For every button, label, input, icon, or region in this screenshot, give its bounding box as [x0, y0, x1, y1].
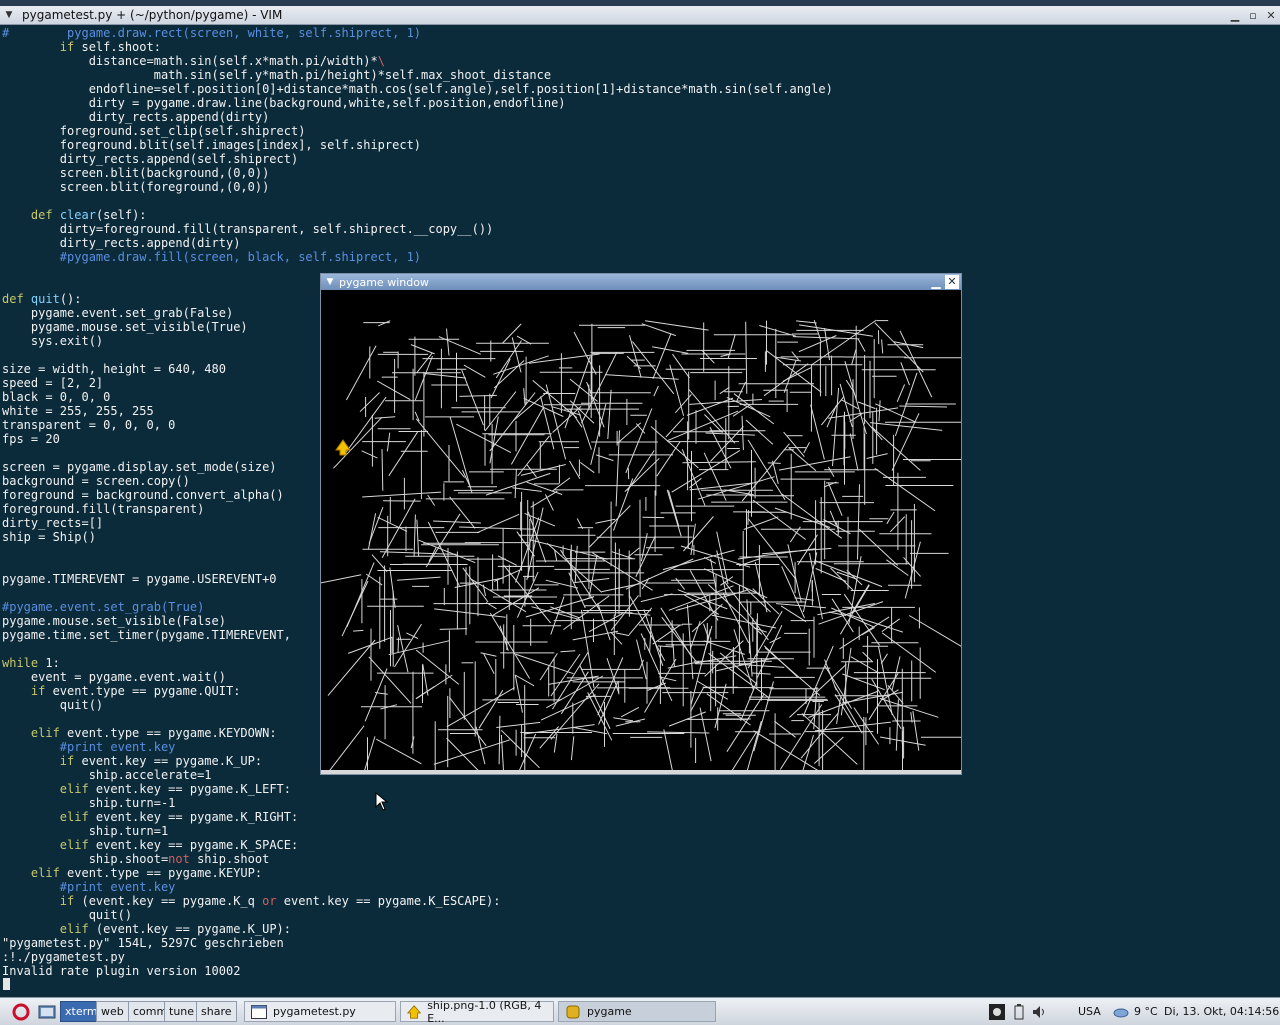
code-line: math.sin(self.y*math.pi/height)*self.max…: [2, 68, 833, 82]
task-button-gimp[interactable]: ship.png-1.0 (RGB, 4 E...: [400, 1001, 554, 1022]
status-line: Invalid rate plugin version 10002: [2, 964, 284, 978]
pygame-window-title: pygame window: [339, 276, 927, 289]
debian-menu-icon[interactable]: [6, 1001, 36, 1022]
status-line: :!./pygametest.py: [2, 950, 284, 964]
workspace-tune[interactable]: tune: [164, 1001, 199, 1022]
vim-window-title: pygametest.py + (~/python/pygame) - VIM: [18, 8, 1226, 22]
workspace-web[interactable]: web: [96, 1001, 129, 1022]
pygame-window-bottom-border: [321, 770, 961, 774]
task-label: ship.png-1.0 (RGB, 4 E...: [427, 999, 547, 1025]
command-line-area: "pygametest.py" 154L, 5297C geschrieben …: [2, 936, 284, 978]
code-line: elif event.key == pygame.K_SPACE:: [2, 838, 833, 852]
volume-icon[interactable]: [1032, 1004, 1048, 1020]
weather-cloud-icon: [1112, 1005, 1130, 1019]
maximize-icon[interactable]: ▫: [1244, 9, 1262, 22]
system-tray: [988, 1001, 1048, 1022]
code-line: # pygame.draw.rect(screen, white, self.s…: [2, 26, 833, 40]
code-line: screen.blit(foreground,(0,0)): [2, 180, 833, 194]
weather-widget[interactable]: 9 °C: [1112, 1001, 1158, 1022]
task-label: pygametest.py: [273, 1005, 356, 1018]
network-icon[interactable]: [988, 1003, 1006, 1021]
minimize-icon[interactable]: ▁: [927, 275, 945, 289]
code-line: screen.blit(background,(0,0)): [2, 166, 833, 180]
code-line: dirty_rects.append(dirty): [2, 236, 833, 250]
code-line: if self.shoot:: [2, 40, 833, 54]
file-manager-icon[interactable]: [36, 1001, 58, 1022]
code-line: foreground.blit(self.images[index], self…: [2, 138, 833, 152]
task-button-pygame[interactable]: pygame: [558, 1001, 716, 1022]
task-label: pygame: [587, 1005, 632, 1018]
pygame-window-titlebar[interactable]: ▼ pygame window ▁ ✕: [321, 274, 961, 290]
clock[interactable]: Di, 13. Okt, 04:14:56: [1164, 1001, 1279, 1022]
temperature-text: 9 °C: [1134, 1005, 1158, 1018]
status-line: "pygametest.py" 154L, 5297C geschrieben: [2, 936, 284, 950]
close-icon[interactable]: ✕: [945, 275, 959, 289]
code-line: #print event.key: [2, 880, 833, 894]
text-cursor: [3, 978, 10, 990]
battery-icon[interactable]: [1012, 1004, 1026, 1020]
task-button-pygametest[interactable]: pygametest.py: [244, 1001, 396, 1022]
code-line: ship.turn=-1: [2, 796, 833, 810]
code-line: #pygame.draw.fill(screen, black, self.sh…: [2, 250, 833, 264]
code-line: dirty=foreground.fill(transparent, self.…: [2, 222, 833, 236]
code-line: quit(): [2, 908, 833, 922]
python-icon: [565, 1004, 581, 1020]
code-line: if (event.key == pygame.K_q or event.key…: [2, 894, 833, 908]
code-line: dirty_rects.append(dirty): [2, 110, 833, 124]
window-menu-icon[interactable]: ▼: [321, 277, 339, 287]
mouse-pointer-icon: [375, 792, 389, 812]
code-line: dirty = pygame.draw.line(background,whit…: [2, 96, 833, 110]
code-line: distance=math.sin(self.x*math.pi/width)*…: [2, 54, 833, 68]
code-line: ship.shoot=not ship.shoot: [2, 852, 833, 866]
terminal-icon: [251, 1005, 267, 1019]
vim-window-titlebar[interactable]: ▼ pygametest.py + (~/python/pygame) - VI…: [0, 6, 1280, 25]
window-menu-icon[interactable]: ▼: [0, 10, 18, 20]
pygame-window[interactable]: ▼ pygame window ▁ ✕: [320, 273, 962, 775]
code-line: elif event.key == pygame.K_RIGHT:: [2, 810, 833, 824]
pygame-render-surface[interactable]: [321, 290, 961, 770]
taskbar: xterm web comm tune share pygametest.py …: [0, 997, 1280, 1025]
workspace-share[interactable]: share: [196, 1001, 237, 1022]
code-line: elif event.type == pygame.KEYUP:: [2, 866, 833, 880]
code-line: foreground.set_clip(self.shiprect): [2, 124, 833, 138]
close-icon[interactable]: ✕: [1262, 9, 1280, 22]
code-line: [2, 194, 833, 208]
code-line: endofline=self.position[0]+distance*math…: [2, 82, 833, 96]
code-line: elif event.key == pygame.K_LEFT:: [2, 782, 833, 796]
code-line: ship.turn=1: [2, 824, 833, 838]
keyboard-layout-indicator[interactable]: USA: [1078, 1001, 1101, 1022]
code-line: elif (event.key == pygame.K_UP):: [2, 922, 833, 936]
code-line: def clear(self):: [2, 208, 833, 222]
minimize-icon[interactable]: ▁: [1226, 9, 1244, 22]
gimp-icon: [407, 1004, 421, 1020]
code-line: dirty_rects.append(self.shiprect): [2, 152, 833, 166]
